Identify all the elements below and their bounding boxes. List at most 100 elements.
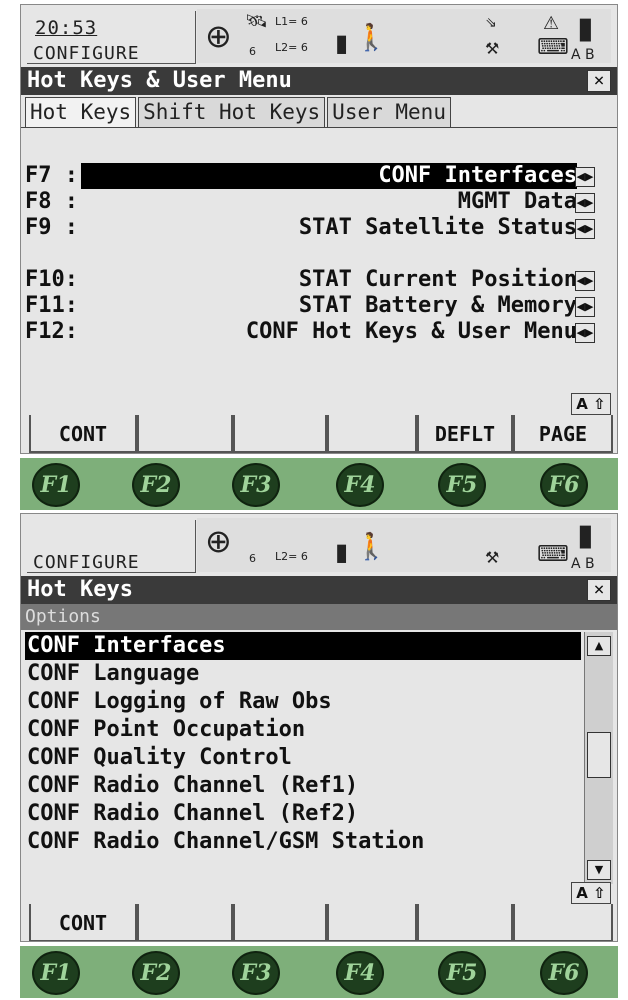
f6-key[interactable]: F6 (540, 951, 588, 995)
window-title-text: Hot Keys & User Menu (27, 68, 292, 93)
f2-key[interactable]: F2 (132, 951, 180, 995)
f3-key[interactable]: F3 (232, 463, 280, 507)
list-item[interactable]: CONF Radio Channel (Ref1) (25, 772, 581, 800)
l1-count: L1= 6 (275, 15, 308, 28)
hotkey-value: MGMT Data (457, 189, 577, 214)
softkey-bar: CONT DEFLT PAGE (21, 415, 617, 453)
tab-user-menu[interactable]: User Menu (327, 97, 451, 127)
list-item[interactable]: CONF Quality Control (25, 744, 581, 772)
hotkey-value: CONF Interfaces (81, 163, 577, 189)
status-icon-panel: ⊕ 6 L2= 6 ▮ 🚶 ⚒ ⌨ ▮ A B (197, 518, 611, 572)
hotkey-row-f9[interactable]: F9 : STAT Satellite Status ◀▶ (25, 215, 595, 241)
left-right-arrows-icon[interactable]: ◀▶ (575, 167, 595, 187)
left-right-arrows-icon[interactable]: ◀▶ (575, 271, 595, 291)
tools-icon: ⚒ (485, 39, 500, 58)
options-list: CONF Interfaces CONF Language CONF Loggi… (25, 632, 581, 856)
tab-bar: Hot Keys Shift Hot Keys User Menu (25, 97, 453, 127)
hotkey-value: CONF Hot Keys & User Menu (245, 319, 577, 344)
f5-key[interactable]: F5 (438, 463, 486, 507)
softkey-2[interactable] (137, 904, 233, 941)
memory-labels: A B (571, 556, 595, 572)
input-mode-indicator: A ⇧ (571, 882, 611, 904)
list-item[interactable]: CONF Point Occupation (25, 716, 581, 744)
list-item[interactable]: CONF Logging of Raw Obs (25, 688, 581, 716)
softkey-4[interactable] (327, 904, 417, 941)
close-button[interactable]: × (587, 579, 611, 601)
left-right-arrows-icon[interactable]: ◀▶ (575, 193, 595, 213)
mode-label: CONFIGURE (33, 552, 140, 573)
scroll-up-arrow-icon[interactable]: ▲ (587, 636, 611, 656)
f1-key[interactable]: F1 (32, 463, 80, 507)
memory-card-icon: ⌨ (537, 35, 569, 60)
status-bar: 20:53 CONFIGURE ⊕ 🛰 6 L1= 6 L2= 6 ▮ 🚶 ⇘ … (21, 5, 617, 67)
hotkey-value: STAT Battery & Memory (298, 293, 577, 318)
softkey-3[interactable] (233, 415, 327, 453)
warning-icon: ⚠ (543, 13, 560, 34)
softkey-6[interactable] (513, 904, 613, 941)
softkey-5[interactable] (417, 904, 513, 941)
f6-key[interactable]: F6 (540, 463, 588, 507)
radio-antenna-icon: ▮ (335, 29, 349, 57)
person-icon: 🚶 (355, 23, 388, 53)
f5-key[interactable]: F5 (438, 951, 486, 995)
memory-labels: A B (571, 47, 595, 63)
window-title-text: Hot Keys (27, 577, 133, 602)
mode-label: CONFIGURE (33, 43, 140, 64)
softkey-4[interactable] (327, 415, 417, 453)
f4-key[interactable]: F4 (336, 951, 384, 995)
hotkey-row-f12[interactable]: F12: CONF Hot Keys & User Menu ◀▶ (25, 319, 595, 345)
f1-key[interactable]: F1 (32, 951, 80, 995)
f3-key[interactable]: F3 (232, 951, 280, 995)
tools-icon: ⚒ (485, 548, 500, 567)
scrollbar-thumb[interactable] (587, 732, 611, 778)
hotkey-row-f10[interactable]: F10: STAT Current Position ◀▶ (25, 267, 595, 293)
hotkey-row-f8[interactable]: F8 : MGMT Data ◀▶ (25, 189, 595, 215)
f2-key[interactable]: F2 (132, 463, 180, 507)
function-key-bar: F1 F2 F3 F4 F5 F6 (20, 946, 618, 998)
hotkey-row-f11[interactable]: F11: STAT Battery & Memory ◀▶ (25, 293, 595, 319)
left-right-arrows-icon[interactable]: ◀▶ (575, 323, 595, 343)
list-header: Options (21, 604, 617, 630)
hotkey-value: STAT Satellite Status (298, 215, 577, 240)
status-box: 20:53 CONFIGURE (27, 11, 196, 64)
tab-shift-hot-keys[interactable]: Shift Hot Keys (138, 97, 326, 127)
softkey-deflt[interactable]: DEFLT (417, 415, 513, 453)
list-item[interactable]: CONF Language (25, 660, 581, 688)
window-title: Hot Keys & User Menu × (21, 67, 617, 95)
softkey-cont[interactable]: CONT (29, 904, 137, 941)
scrollbar[interactable]: ▲ ▼ (584, 632, 613, 884)
softkey-page[interactable]: PAGE (513, 415, 613, 453)
l2-count: L2= 6 (275, 550, 308, 563)
memory-card-icon: ⌨ (537, 542, 569, 567)
link-icon: ⇘ (485, 15, 497, 31)
list-item[interactable]: CONF Radio Channel (Ref2) (25, 800, 581, 828)
close-button[interactable]: × (587, 70, 611, 92)
tab-hot-keys[interactable]: Hot Keys (25, 97, 137, 127)
softkey-cont[interactable]: CONT (29, 415, 137, 453)
softkey-2[interactable] (137, 415, 233, 453)
left-right-arrows-icon[interactable]: ◀▶ (575, 219, 595, 239)
satellite-icon: 🛰 (245, 11, 268, 32)
crosshair-icon: ⊕ (205, 17, 232, 55)
battery-icon: ▮ (577, 11, 594, 46)
crosshair-icon: ⊕ (205, 522, 232, 560)
status-icon-panel: ⊕ 🛰 6 L1= 6 L2= 6 ▮ 🚶 ⇘ ⚒ ⚠ ⌨ ▮ A B (197, 9, 611, 63)
left-right-arrows-icon[interactable]: ◀▶ (575, 297, 595, 317)
status-box: CONFIGURE (27, 520, 196, 573)
list-item[interactable]: CONF Radio Channel/GSM Station (25, 828, 581, 856)
function-key-bar: F1 F2 F3 F4 F5 F6 (20, 458, 618, 510)
radio-antenna-icon: ▮ (335, 538, 349, 566)
tab-divider (21, 127, 617, 128)
hotkey-row-f7[interactable]: F7 : CONF Interfaces ◀▶ (25, 163, 595, 189)
input-mode-indicator: A ⇧ (571, 393, 611, 415)
scroll-down-arrow-icon[interactable]: ▼ (587, 860, 611, 880)
list-item[interactable]: CONF Interfaces (25, 632, 581, 660)
softkey-bar: CONT (21, 904, 617, 941)
window-title: Hot Keys × (21, 576, 617, 604)
status-bar: CONFIGURE ⊕ 6 L2= 6 ▮ 🚶 ⚒ ⌨ ▮ A B (21, 514, 617, 576)
person-icon: 🚶 (355, 532, 388, 562)
satellite-count: 6 (249, 552, 256, 565)
f4-key[interactable]: F4 (336, 463, 384, 507)
battery-icon: ▮ (577, 518, 594, 553)
softkey-3[interactable] (233, 904, 327, 941)
